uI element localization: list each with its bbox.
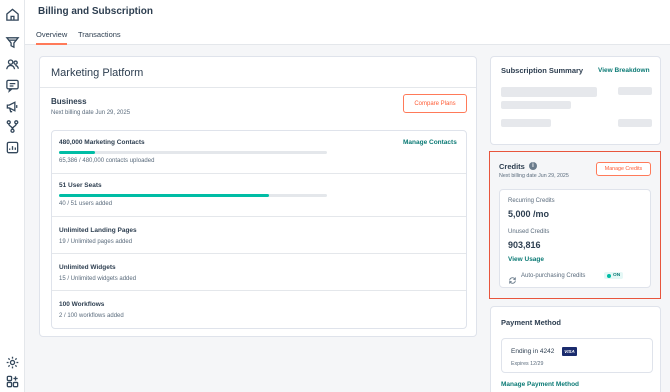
list-item: 100 Workflows 2 / 100 workflows added (52, 291, 466, 329)
list-item: Unlimited Widgets 15 / Unlimited widgets… (52, 254, 466, 291)
recurring-credits-value: 5,000 /mo (508, 209, 550, 219)
feature-usage: 40 / 51 users added (59, 201, 113, 207)
credits-title: Credits (499, 162, 525, 171)
feature-usage: 2 / 100 workflows added (59, 313, 124, 319)
refresh-cycle-icon (508, 272, 517, 284)
reports-icon[interactable] (5, 140, 20, 155)
feature-usage: 15 / Unlimited widgets added (59, 276, 137, 282)
recurring-credits-label: Recurring Credits (508, 198, 555, 204)
credits-details-box: Recurring Credits 5,000 /mo Unused Credi… (499, 189, 651, 288)
feature-title: 480,000 Marketing Contacts (59, 139, 145, 146)
unused-credits-value: 903,816 (508, 240, 541, 250)
page-header: Billing and Subscription Overview Transa… (25, 0, 670, 45)
manage-payment-method-link[interactable]: Manage Payment Method (501, 381, 579, 388)
funnel-icon[interactable] (5, 35, 20, 50)
seats-progress-bar (59, 194, 327, 197)
tab-overview[interactable]: Overview (36, 30, 68, 45)
card-divider (40, 87, 476, 88)
card-ending: Ending in 4242 (511, 348, 555, 355)
marketing-megaphone-icon[interactable] (5, 99, 20, 114)
contacts-progress-fill (59, 151, 96, 154)
visa-card-icon: VISA (562, 347, 577, 356)
marketing-platform-title: Marketing Platform (51, 67, 144, 79)
feature-title: 51 User Seats (59, 182, 102, 189)
feature-usage: 19 / Unlimited pages added (59, 239, 133, 245)
feature-title: Unlimited Widgets (59, 264, 116, 271)
page-title: Billing and Subscription (38, 6, 153, 17)
list-item: 480,000 Marketing Contacts 65,386 / 480,… (52, 131, 466, 174)
feature-title: Unlimited Landing Pages (59, 227, 137, 234)
subscription-summary-card: Subscription Summary View Breakdown (490, 56, 661, 145)
next-billing-date: Next billing date Jun 29, 2025 (51, 110, 131, 116)
redacted-line-item (501, 101, 571, 109)
list-item: 51 User Seats 40 / 51 users added (52, 174, 466, 217)
manage-contacts-link[interactable]: Manage Contacts (403, 139, 457, 146)
auto-purchasing-label: Auto-purchasing Credits (521, 273, 586, 279)
info-icon[interactable]: i (529, 162, 537, 170)
contacts-progress-bar (59, 151, 327, 154)
home-icon[interactable] (5, 7, 20, 22)
plan-name: Business (51, 97, 87, 106)
status-text: ON (613, 273, 621, 278)
credits-next-billing: Next billing date Jun 29, 2025 (499, 173, 569, 179)
feature-usage: 65,386 / 480,000 contacts uploaded (59, 158, 155, 164)
redacted-amount (618, 87, 652, 95)
card-expiry: Expires 12/29 (511, 361, 544, 367)
status-dot-icon (607, 273, 611, 278)
redacted-line-item (501, 119, 551, 127)
subscription-summary-title: Subscription Summary (501, 66, 584, 75)
plan-features-list: 480,000 Marketing Contacts 65,386 / 480,… (51, 130, 467, 329)
manage-credits-button[interactable]: Manage Credits (596, 162, 651, 176)
payment-method-card: Payment Method Ending in 4242 VISA Expir… (490, 306, 661, 392)
settings-gear-icon[interactable] (5, 355, 20, 370)
workflows-icon[interactable] (5, 119, 20, 134)
view-breakdown-link[interactable]: View Breakdown (598, 67, 650, 74)
contacts-icon[interactable] (5, 57, 20, 72)
seats-progress-fill (59, 194, 270, 197)
conversations-icon[interactable] (5, 78, 20, 93)
redacted-amount (618, 119, 652, 127)
tab-transactions[interactable]: Transactions (78, 30, 121, 43)
auto-purchasing-status-badge: ON (604, 272, 624, 279)
marketplace-icon[interactable] (5, 374, 20, 389)
feature-title: 100 Workflows (59, 301, 105, 308)
compare-plans-button[interactable]: Compare Plans (403, 94, 467, 113)
left-nav-rail (0, 0, 25, 392)
view-usage-link[interactable]: View Usage (508, 256, 544, 263)
list-item: Unlimited Landing Pages 19 / Unlimited p… (52, 217, 466, 254)
payment-method-title: Payment Method (501, 318, 562, 327)
marketing-platform-card: Marketing Platform Business Next billing… (39, 56, 477, 337)
card-on-file-box: Ending in 4242 VISA Expires 12/29 (501, 338, 653, 373)
unused-credits-label: Unused Credits (508, 229, 550, 235)
redacted-line-item (501, 87, 597, 97)
